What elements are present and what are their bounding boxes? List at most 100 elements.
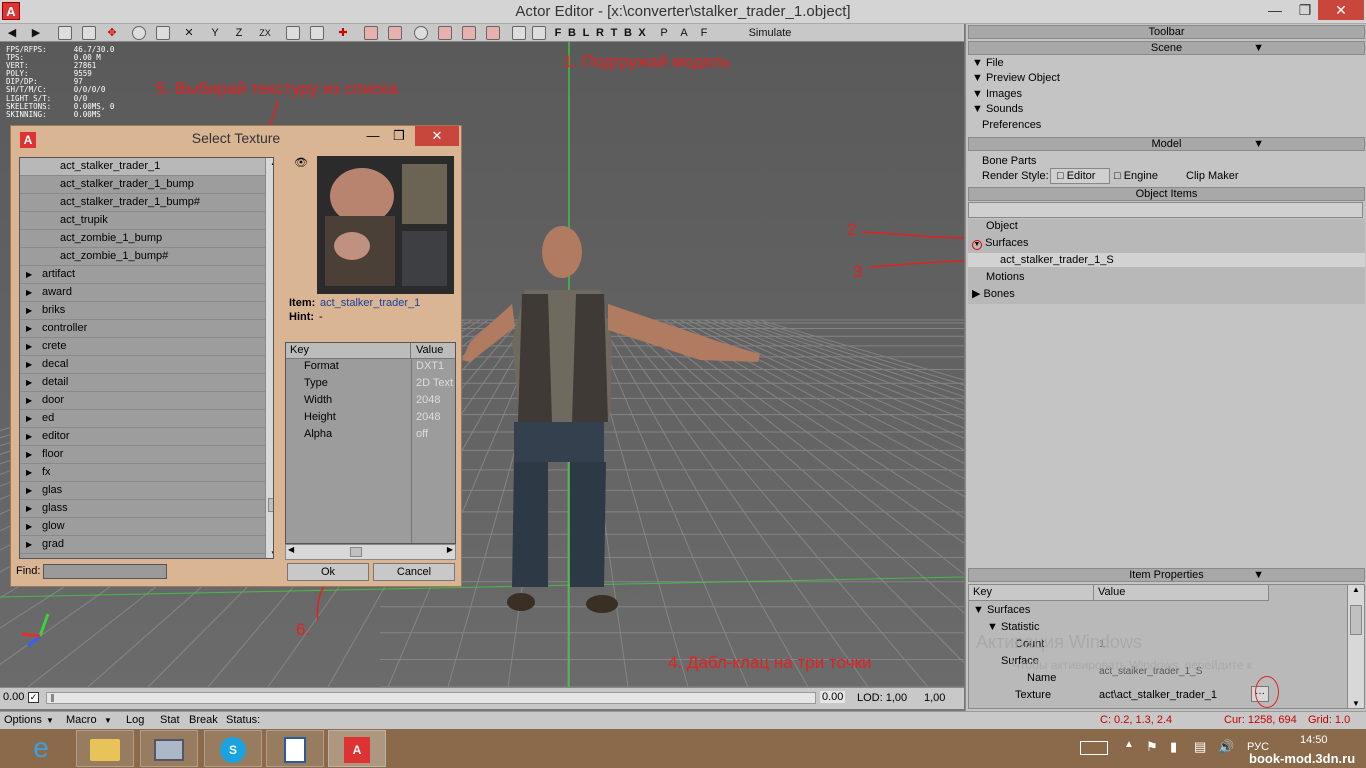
tray-up-icon[interactable]: ▲ [1124,739,1134,750]
scroll-thumb[interactable] [268,498,273,512]
view-reset-button[interactable]: X [636,25,648,41]
battery-icon[interactable]: ▮ [1170,739,1177,755]
snap-icon[interactable] [286,26,300,40]
lod-value[interactable]: LOD: 1,00 [857,692,907,704]
view-perspective-button[interactable]: P [658,25,670,41]
snap-angle-icon[interactable] [414,26,428,40]
list-item[interactable]: act_stalker_trader_1_bump [20,176,267,194]
document-icon[interactable] [266,730,324,767]
minimize-button[interactable]: — [1260,0,1290,20]
list-item-folder[interactable]: ▶ briks [20,302,267,320]
zoom-selected-icon[interactable] [532,26,546,40]
expand-arrow-icon[interactable]: ▶ [26,518,32,535]
list-item-folder[interactable]: ▶ glass [20,500,267,518]
scale-icon[interactable] [156,26,170,40]
axis-none-icon[interactable]: ✕ [182,25,196,41]
expand-arrow-icon[interactable]: ▶ [26,410,32,427]
expand-arrow-icon[interactable]: ▶ [26,374,32,391]
snap-point-icon[interactable]: ✚ [336,25,350,41]
dialog-minimize-button[interactable]: — [363,128,383,143]
keyboard-icon[interactable] [1080,741,1108,755]
list-item[interactable]: act_stalker_trader_1 [20,158,267,176]
scroll-thumb[interactable] [1350,605,1362,635]
snap-object-icon[interactable] [364,26,378,40]
texture-list-scrollbar[interactable]: ▲ ▼ [265,158,273,558]
scroll-up-icon[interactable]: ▲ [266,158,273,167]
ip-surfaces[interactable]: ▼ Surfaces [973,603,1030,617]
list-item-folder[interactable]: ▶ ed [20,410,267,428]
actor-editor-task-icon[interactable]: A [328,730,386,767]
snap-vertex-icon[interactable] [388,26,402,40]
list-item[interactable]: act_zombie_1_bump [20,230,267,248]
list-item-folder[interactable]: ▶ glas [20,482,267,500]
expand-arrow-icon[interactable]: ▶ [26,500,32,517]
list-item[interactable]: act_stalker_trader_1_bump# [20,194,267,212]
axis-z-button[interactable]: Z [232,25,246,41]
view-bottom-button[interactable]: B [622,25,634,41]
scroll-down-icon[interactable]: ▼ [266,549,273,558]
engine-radio[interactable]: □ Engine [1114,169,1158,183]
list-item-folder[interactable]: ▶ door [20,392,267,410]
tree-item-surfaces[interactable]: ▼ Surfaces [972,236,1028,250]
scene-preview-object[interactable]: ▼ Preview Object [972,71,1060,85]
list-item-folder[interactable]: ▶ controller [20,320,267,338]
ie-icon[interactable]: e [12,730,70,767]
tree-item-object[interactable]: Object [986,219,1018,233]
view-right-button[interactable]: R [594,25,606,41]
volume-icon[interactable]: 🔊 [1218,739,1234,755]
snap-normal-icon[interactable] [438,26,452,40]
ip-scrollbar[interactable]: ▲ ▼ [1347,585,1364,708]
expand-arrow-icon[interactable]: ▶ [26,428,32,445]
list-item-folder[interactable]: ▶ detail [20,374,267,392]
list-item-folder[interactable]: ▶ glow [20,518,267,536]
expand-arrow-icon[interactable]: ▶ [26,266,32,283]
expand-arrow-icon[interactable]: ▶ [26,284,32,301]
list-item-folder[interactable]: ▶ fx [20,464,267,482]
tree-item-bones[interactable]: ▶ Bones [972,287,1015,301]
hscroll-thumb[interactable] [350,547,362,557]
log-button[interactable]: Log [126,713,144,728]
props-hscrollbar[interactable]: ◀ ▶ [285,544,456,560]
expand-arrow-icon[interactable]: ▶ [26,464,32,481]
model-header[interactable]: Model ▼ [968,137,1365,151]
tree-item-motions[interactable]: Motions [986,270,1025,284]
snap-move-icon[interactable] [462,26,476,40]
snap-rotate-icon[interactable] [486,26,500,40]
timeline-thumb[interactable] [51,694,54,702]
expand-arrow-icon[interactable]: ▶ [26,446,32,463]
back-arrow-icon[interactable]: ◀ [4,25,20,41]
list-item-folder[interactable]: ▶ editor [20,428,267,446]
network-icon[interactable]: ▤ [1194,739,1206,755]
simulate-button[interactable]: Simulate [740,25,800,41]
view-front-button[interactable]: F [552,25,564,41]
maximize-button[interactable]: ❐ [1290,0,1320,20]
tree-item-surface-name[interactable]: act_stalker_trader_1_S [968,253,1365,267]
view-a-button[interactable]: A [678,25,690,41]
close-button[interactable]: ✕ [1318,0,1364,20]
rotate-icon[interactable] [132,26,146,40]
axis-y-button[interactable]: Y [208,25,222,41]
scroll-up-icon[interactable]: ▲ [1348,585,1364,594]
dialog-maximize-button[interactable]: ❐ [389,128,409,144]
scene-file[interactable]: ▼ File [972,56,1004,70]
view-back-button[interactable]: B [566,25,578,41]
clock[interactable]: 14:50 [1300,734,1328,746]
find-input[interactable] [43,564,167,579]
flag-icon[interactable]: ⚑ [1146,739,1158,755]
dialog-close-button[interactable]: ✕ [415,126,459,146]
scene-sounds[interactable]: ▼ Sounds [972,102,1023,116]
view-f-button[interactable]: F [698,25,710,41]
timeline-checkbox[interactable]: ✓ [28,692,39,703]
list-item-folder[interactable]: ▶ decal [20,356,267,374]
forward-arrow-icon[interactable]: ▶ [28,25,44,41]
eye-icon[interactable]: 👁 [287,156,315,172]
expand-arrow-icon[interactable]: ▶ [26,536,32,553]
macro-dropdown-icon[interactable]: ▼ [104,713,112,728]
expand-arrow-icon[interactable]: ▶ [26,392,32,409]
lod-value-2[interactable]: 1,00 [924,692,945,704]
scroll-right-icon[interactable]: ▶ [447,545,453,554]
list-item[interactable]: act_zombie_1_bump# [20,248,267,266]
list-item-folder[interactable]: ▶ crete [20,338,267,356]
expand-arrow-icon[interactable]: ▶ [26,302,32,319]
list-item-folder[interactable]: ▶ award [20,284,267,302]
